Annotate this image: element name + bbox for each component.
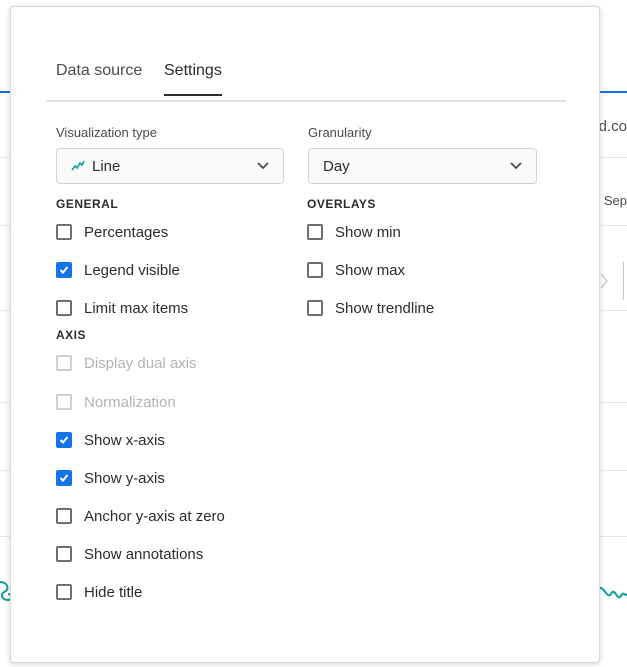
general-section-header: GENERAL [56, 197, 119, 211]
checkbox-show-min[interactable]: Show min [307, 222, 401, 242]
checkbox-label: Show x-axis [84, 431, 165, 449]
chart-settings-popover: Data source Settings Visualization type … [10, 6, 600, 663]
checkbox-box[interactable] [56, 584, 72, 600]
checkbox-show-trendline[interactable]: Show trendline [307, 298, 434, 318]
visualization-type-dropdown[interactable]: Line [56, 148, 284, 184]
checkbox-label: Show max [335, 261, 406, 279]
tab-settings[interactable]: Settings [164, 62, 222, 96]
checkbox-show-max[interactable]: Show max [307, 260, 405, 280]
checkbox-legend-visible[interactable]: Legend visible [56, 260, 180, 280]
checkbox-label: Show annotations [84, 545, 204, 563]
visualization-type-value: Line [92, 157, 121, 175]
checkbox-label: Show y-axis [84, 469, 165, 487]
checkbox-box[interactable] [56, 300, 72, 316]
checkbox-box[interactable] [307, 224, 323, 240]
background-truncated-text: d.co [598, 118, 627, 135]
granularity-dropdown[interactable]: Day [308, 148, 537, 184]
checkbox-box[interactable] [56, 432, 72, 448]
checkbox-show-y-axis[interactable]: Show y-axis [56, 468, 165, 488]
checkbox-box[interactable] [307, 300, 323, 316]
background-date-label: Sep [603, 193, 627, 208]
checkbox-box[interactable] [56, 355, 72, 371]
checkbox-label: Limit max items [84, 299, 189, 317]
checkbox-label: Anchor y-axis at zero [84, 507, 225, 525]
checkbox-box[interactable] [56, 224, 72, 240]
line-chart-icon [71, 160, 85, 171]
checkbox-box[interactable] [307, 262, 323, 278]
checkbox-label: Show trendline [335, 299, 435, 317]
granularity-value: Day [323, 157, 350, 175]
checkbox-box[interactable] [56, 262, 72, 278]
background-panel-edge [623, 262, 627, 300]
checkmark-icon [59, 266, 69, 274]
checkmark-icon [59, 436, 69, 444]
chevron-down-icon [510, 162, 522, 170]
checkbox-box[interactable] [56, 508, 72, 524]
checkbox-hide-title[interactable]: Hide title [56, 582, 142, 602]
checkbox-label: Hide title [84, 583, 143, 601]
settings-tabs: Data source Settings [46, 47, 566, 102]
checkbox-normalization[interactable]: Normalization [56, 392, 176, 412]
checkbox-percentages[interactable]: Percentages [56, 222, 168, 242]
axis-section-header: AXIS [56, 328, 87, 342]
tab-data-source[interactable]: Data source [56, 62, 142, 94]
chevron-down-icon [257, 162, 269, 170]
checkbox-box[interactable] [56, 394, 72, 410]
chevron-right-icon[interactable] [599, 272, 609, 290]
chart-line-fragment [597, 587, 627, 599]
overlays-section-header: OVERLAYS [307, 197, 376, 211]
checkbox-show-annotations[interactable]: Show annotations [56, 544, 203, 564]
granularity-label: Granularity [308, 125, 372, 140]
visualization-type-label: Visualization type [56, 125, 157, 140]
checkbox-display-dual-axis[interactable]: Display dual axis [56, 353, 197, 373]
checkbox-label: Legend visible [84, 261, 180, 279]
checkbox-label: Show min [335, 223, 401, 241]
checkbox-limit-max-items[interactable]: Limit max items [56, 298, 188, 318]
checkbox-label: Display dual axis [84, 354, 197, 372]
checkbox-anchor-y-axis-at-zero[interactable]: Anchor y-axis at zero [56, 506, 225, 526]
checkbox-box[interactable] [56, 546, 72, 562]
checkbox-label: Normalization [84, 393, 176, 411]
checkbox-box[interactable] [56, 470, 72, 486]
checkbox-label: Percentages [84, 223, 169, 241]
checkmark-icon [59, 474, 69, 482]
checkbox-show-x-axis[interactable]: Show x-axis [56, 430, 165, 450]
